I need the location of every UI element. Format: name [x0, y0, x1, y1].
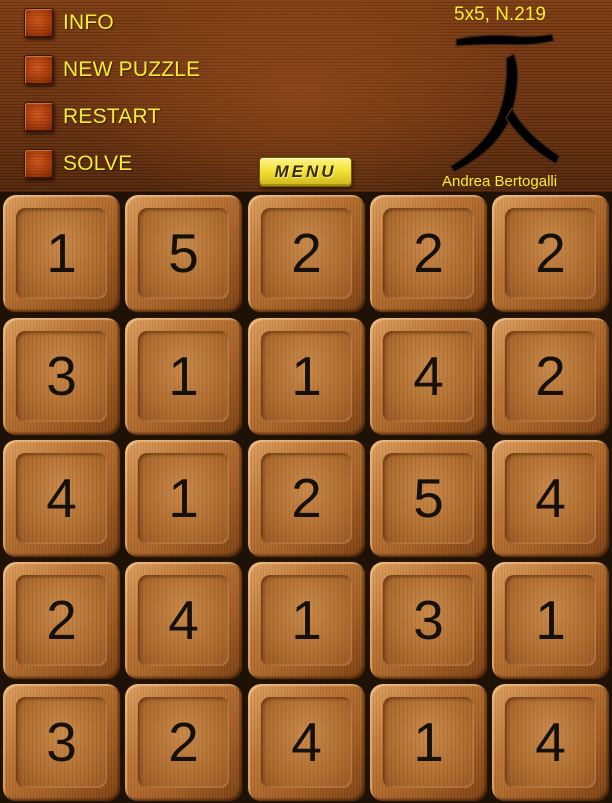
info-label: INFO — [63, 11, 114, 34]
tile-number: 2 — [291, 467, 322, 529]
restart-label: RESTART — [63, 105, 161, 128]
tile-number: 3 — [413, 589, 444, 651]
tile-number: 4 — [535, 711, 566, 773]
game-app: INFO NEW PUZZLE RESTART SOLVE 5x5, N.219… — [0, 0, 612, 803]
restart-menu-item[interactable]: RESTART — [24, 102, 160, 132]
tile-number: 3 — [46, 711, 77, 773]
tile-number: 2 — [535, 222, 566, 284]
square-bullet-icon — [24, 149, 54, 179]
board-tile[interactable]: 4 — [3, 440, 120, 557]
board-tile[interactable]: 3 — [3, 318, 120, 435]
tile-number: 2 — [46, 589, 77, 651]
tile-number: 2 — [168, 711, 199, 773]
new-puzzle-menu-item[interactable]: NEW PUZZLE — [24, 55, 200, 85]
board-tile[interactable]: 1 — [370, 684, 487, 801]
board-tile[interactable]: 2 — [370, 195, 487, 312]
board-tile[interactable]: 1 — [248, 318, 365, 435]
board-tile[interactable]: 2 — [248, 195, 365, 312]
tile-number: 5 — [413, 467, 444, 529]
tile-number: 4 — [291, 711, 322, 773]
board-tile[interactable]: 1 — [125, 440, 242, 557]
board-tile[interactable]: 2 — [492, 318, 609, 435]
puzzle-board: 1 5 2 2 2 3 1 1 4 2 4 1 2 5 4 2 4 1 3 1 3 2 4 1 4 — [0, 192, 612, 803]
tile-number: 1 — [46, 222, 77, 284]
kanji-logo-icon — [448, 33, 561, 173]
tile-number: 4 — [46, 467, 77, 529]
board-tile[interactable]: 1 — [248, 562, 365, 679]
menu-button-label: MENU — [274, 162, 337, 181]
author-name: Andrea Bertogalli — [442, 173, 558, 190]
tile-number: 2 — [291, 222, 322, 284]
new-puzzle-label: NEW PUZZLE — [63, 58, 201, 81]
tile-number: 1 — [291, 345, 322, 407]
board-tile[interactable]: 3 — [3, 684, 120, 801]
square-bullet-icon — [24, 55, 54, 85]
square-bullet-icon — [24, 102, 54, 132]
board-tile[interactable]: 2 — [125, 684, 242, 801]
board-tile[interactable]: 2 — [248, 440, 365, 557]
puzzle-title: 5x5, N.219 — [454, 4, 546, 25]
tile-number: 2 — [535, 345, 566, 407]
tile-number: 4 — [535, 467, 566, 529]
tile-number: 1 — [168, 345, 199, 407]
tile-number: 4 — [413, 345, 444, 407]
board-tile[interactable]: 5 — [125, 195, 242, 312]
tile-number: 2 — [413, 222, 444, 284]
board-tile[interactable]: 4 — [248, 684, 365, 801]
solve-label: SOLVE — [63, 152, 133, 175]
board-tile[interactable]: 2 — [492, 195, 609, 312]
header-bar: INFO NEW PUZZLE RESTART SOLVE 5x5, N.219… — [0, 0, 612, 192]
menu-button[interactable]: MENU — [259, 157, 352, 187]
tile-number: 5 — [168, 222, 199, 284]
board-tile[interactable]: 4 — [492, 440, 609, 557]
tile-number: 1 — [535, 589, 566, 651]
board-tile[interactable]: 1 — [125, 318, 242, 435]
board-tile[interactable]: 4 — [125, 562, 242, 679]
tile-number: 3 — [46, 345, 77, 407]
tile-number: 1 — [168, 467, 199, 529]
board-tile[interactable]: 3 — [370, 562, 487, 679]
board-tile[interactable]: 2 — [3, 562, 120, 679]
solve-menu-item[interactable]: SOLVE — [24, 149, 132, 179]
square-bullet-icon — [24, 8, 54, 38]
board-tile[interactable]: 4 — [370, 318, 487, 435]
board-tile[interactable]: 5 — [370, 440, 487, 557]
tile-number: 4 — [168, 589, 199, 651]
tile-number: 1 — [291, 589, 322, 651]
board-tile[interactable]: 4 — [492, 684, 609, 801]
tile-number: 1 — [413, 711, 444, 773]
info-menu-item[interactable]: INFO — [24, 8, 114, 38]
board-tile[interactable]: 1 — [3, 195, 120, 312]
board-tile[interactable]: 1 — [492, 562, 609, 679]
